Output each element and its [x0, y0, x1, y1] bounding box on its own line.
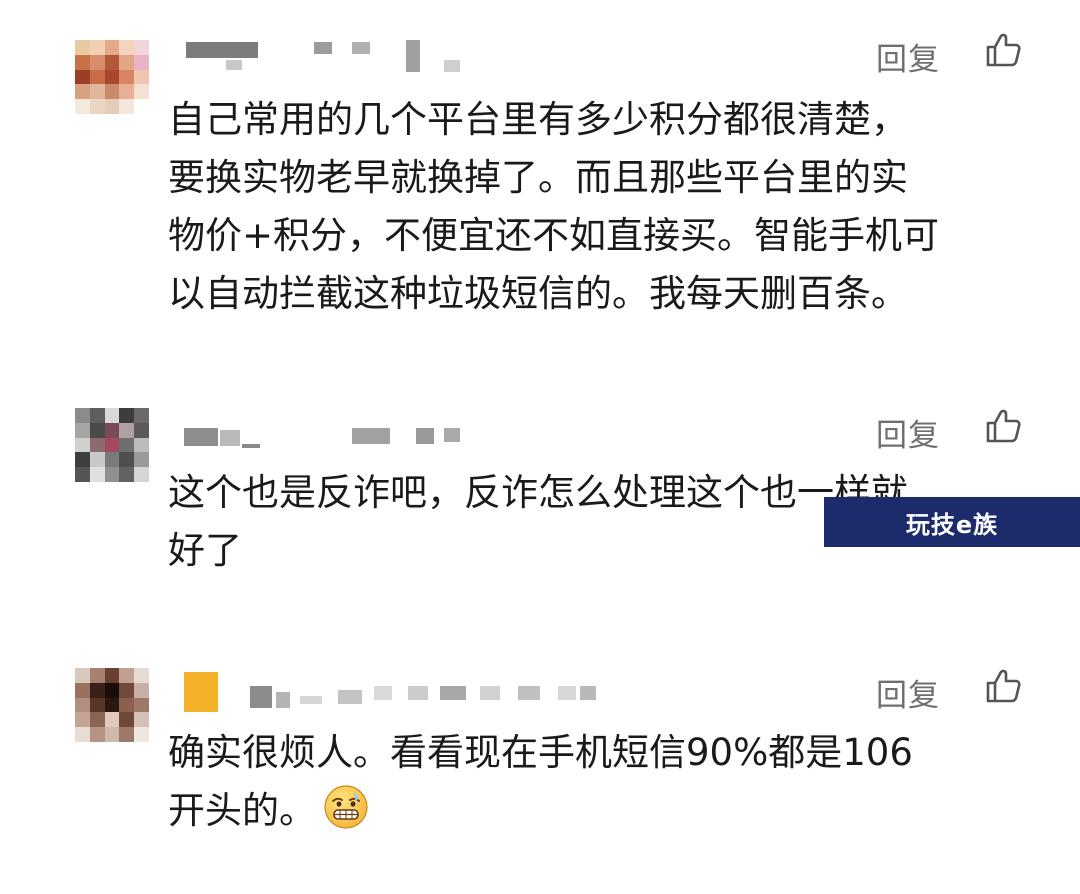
username-blurred[interactable] — [168, 40, 468, 72]
username-blurred[interactable] — [168, 422, 488, 452]
grimace-emoji-icon — [324, 785, 368, 829]
avatar[interactable] — [75, 668, 149, 742]
comment-line: 确实很烦人。看看现在手机短信90%都是106 — [168, 731, 913, 774]
reply-button[interactable]: 回复 — [876, 34, 940, 79]
comment-line: 自己常用的几个平台里有多少积分都很清楚， — [168, 98, 908, 141]
thumbs-up-icon[interactable] — [985, 32, 1021, 68]
comment-line-text: 开头的。 — [168, 789, 316, 832]
watermark-logo: 玩技e族 — [824, 497, 1080, 547]
comment-list: 回复 自己常用的几个平台里有多少积分都很清楚， 要换实物老早就换掉了。而且那些平… — [0, 0, 1080, 894]
comment-line: 开头的。 — [168, 782, 1018, 840]
username-blurred[interactable] — [168, 672, 608, 712]
comment-line: 物价+积分，不便宜还不如直接买。智能手机可 — [168, 214, 940, 257]
comment-text: 自己常用的几个平台里有多少积分都很清楚， 要换实物老早就换掉了。而且那些平台里的… — [168, 91, 1018, 323]
comment-text: 确实很烦人。看看现在手机短信90%都是106 开头的。 — [168, 724, 1018, 840]
thumbs-up-icon[interactable] — [985, 408, 1021, 444]
comment-line: 要换实物老早就换掉了。而且那些平台里的实 — [168, 156, 908, 199]
thumbs-up-icon[interactable] — [985, 668, 1021, 704]
avatar[interactable] — [75, 408, 149, 482]
reply-button[interactable]: 回复 — [876, 410, 940, 455]
comment-line: 以自动拦截这种垃圾短信的。我每天删百条。 — [168, 272, 908, 315]
reply-button[interactable]: 回复 — [876, 670, 940, 715]
avatar[interactable] — [75, 40, 149, 114]
